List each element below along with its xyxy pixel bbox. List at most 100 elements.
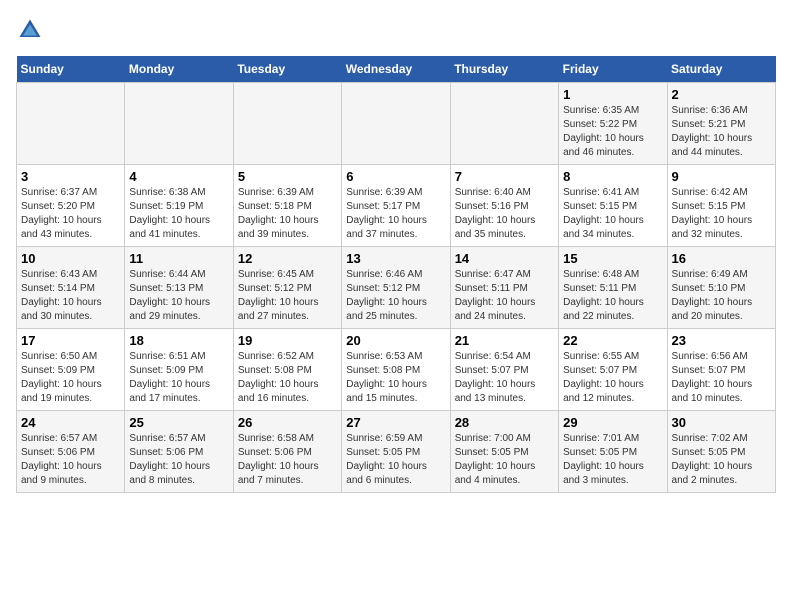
calendar-cell: 9Sunrise: 6:42 AM Sunset: 5:15 PM Daylig… xyxy=(667,165,775,247)
calendar-cell: 7 Sunrise: 6:40 AM Sunset: 5:16 PM Daylig… xyxy=(450,165,558,247)
day-info: Sunrise: 6:56 AM Sunset: 5:07 PM Dayligh… xyxy=(672,350,771,406)
calendar-cell: 15 Sunrise: 6:48 AM Sunset: 5:11 PM Dayli… xyxy=(559,247,667,329)
calendar-cell: 21 Sunrise: 6:54 AM Sunset: 5:07 PM Dayli… xyxy=(450,329,558,411)
day-info: Sunrise: 6:57 AM Sunset: 5:06 PM Dayligh… xyxy=(21,432,120,488)
day-info: Sunrise: 6:51 AM Sunset: 5:09 PM Dayligh… xyxy=(129,350,228,406)
day-number: 18 xyxy=(129,333,228,348)
day-number: 16 xyxy=(672,251,771,266)
day-info: Sunrise: 6:59 AM Sunset: 5:05 PM Dayligh… xyxy=(346,432,445,488)
day-number: 2 xyxy=(672,87,771,102)
weekday-header: Saturday xyxy=(667,56,775,83)
day-number: 29 xyxy=(563,415,662,430)
day-number: 14 xyxy=(455,251,554,266)
day-info: Sunrise: 6:43 AM Sunset: 5:14 PM Dayligh… xyxy=(21,268,120,324)
calendar-cell: 1 Sunrise: 6:35 AM Sunset: 5:22 PM Daylig… xyxy=(559,83,667,165)
weekday-header: Sunday xyxy=(17,56,125,83)
day-info: Sunrise: 6:39 AM Sunset: 5:17 PM Dayligh… xyxy=(346,186,445,242)
calendar-week-row: 17 Sunrise: 6:50 AM Sunset: 5:09 PM Dayli… xyxy=(17,329,776,411)
calendar-cell: 8 Sunrise: 6:41 AM Sunset: 5:15 PM Daylig… xyxy=(559,165,667,247)
day-number: 24 xyxy=(21,415,120,430)
day-info: Sunrise: 6:48 AM Sunset: 5:11 PM Dayligh… xyxy=(563,268,662,324)
day-number: 11 xyxy=(129,251,228,266)
day-info: Sunrise: 6:41 AM Sunset: 5:15 PM Dayligh… xyxy=(563,186,662,242)
calendar-cell: 3 Sunrise: 6:37 AM Sunset: 5:20 PM Daylig… xyxy=(17,165,125,247)
day-info: Sunrise: 6:54 AM Sunset: 5:07 PM Dayligh… xyxy=(455,350,554,406)
calendar-week-row: 1 Sunrise: 6:35 AM Sunset: 5:22 PM Daylig… xyxy=(17,83,776,165)
weekday-header: Thursday xyxy=(450,56,558,83)
calendar-cell: 11 Sunrise: 6:44 AM Sunset: 5:13 PM Dayli… xyxy=(125,247,233,329)
calendar-cell: 6 Sunrise: 6:39 AM Sunset: 5:17 PM Daylig… xyxy=(342,165,450,247)
calendar-cell: 30 Sunrise: 7:02 AM Sunset: 5:05 PM Dayli… xyxy=(667,411,775,493)
day-number: 17 xyxy=(21,333,120,348)
calendar-cell: 24 Sunrise: 6:57 AM Sunset: 5:06 PM Dayli… xyxy=(17,411,125,493)
weekday-header: Tuesday xyxy=(233,56,341,83)
calendar-cell: 26Sunrise: 6:58 AM Sunset: 5:06 PM Dayli… xyxy=(233,411,341,493)
calendar-cell: 28 Sunrise: 7:00 AM Sunset: 5:05 PM Dayli… xyxy=(450,411,558,493)
day-number: 25 xyxy=(129,415,228,430)
calendar-header-row: SundayMondayTuesdayWednesdayThursdayFrid… xyxy=(17,56,776,83)
day-number: 5 xyxy=(238,169,337,184)
day-info: Sunrise: 6:38 AM Sunset: 5:19 PM Dayligh… xyxy=(129,186,228,242)
calendar-cell: 20 Sunrise: 6:53 AM Sunset: 5:08 PM Dayli… xyxy=(342,329,450,411)
calendar-week-row: 24 Sunrise: 6:57 AM Sunset: 5:06 PM Dayli… xyxy=(17,411,776,493)
day-number: 3 xyxy=(21,169,120,184)
calendar-cell: 13Sunrise: 6:46 AM Sunset: 5:12 PM Dayli… xyxy=(342,247,450,329)
day-number: 20 xyxy=(346,333,445,348)
calendar-table: SundayMondayTuesdayWednesdayThursdayFrid… xyxy=(16,56,776,493)
calendar-cell: 23 Sunrise: 6:56 AM Sunset: 5:07 PM Dayli… xyxy=(667,329,775,411)
day-number: 6 xyxy=(346,169,445,184)
calendar-cell: 29 Sunrise: 7:01 AM Sunset: 5:05 PM Dayli… xyxy=(559,411,667,493)
day-number: 12 xyxy=(238,251,337,266)
calendar-cell: 22 Sunrise: 6:55 AM Sunset: 5:07 PM Dayli… xyxy=(559,329,667,411)
day-number: 8 xyxy=(563,169,662,184)
day-info: Sunrise: 6:57 AM Sunset: 5:06 PM Dayligh… xyxy=(129,432,228,488)
logo xyxy=(16,16,48,44)
calendar-cell: 25 Sunrise: 6:57 AM Sunset: 5:06 PM Dayli… xyxy=(125,411,233,493)
day-info: Sunrise: 6:53 AM Sunset: 5:08 PM Dayligh… xyxy=(346,350,445,406)
calendar-cell xyxy=(125,83,233,165)
calendar-cell: 18 Sunrise: 6:51 AM Sunset: 5:09 PM Dayli… xyxy=(125,329,233,411)
day-number: 19 xyxy=(238,333,337,348)
logo-icon xyxy=(16,16,44,44)
calendar-cell xyxy=(342,83,450,165)
calendar-cell xyxy=(450,83,558,165)
calendar-cell: 27 Sunrise: 6:59 AM Sunset: 5:05 PM Dayli… xyxy=(342,411,450,493)
calendar-cell: 4 Sunrise: 6:38 AM Sunset: 5:19 PM Daylig… xyxy=(125,165,233,247)
day-info: Sunrise: 6:49 AM Sunset: 5:10 PM Dayligh… xyxy=(672,268,771,324)
weekday-header: Monday xyxy=(125,56,233,83)
calendar-cell: 17 Sunrise: 6:50 AM Sunset: 5:09 PM Dayli… xyxy=(17,329,125,411)
calendar-week-row: 10Sunrise: 6:43 AM Sunset: 5:14 PM Dayli… xyxy=(17,247,776,329)
day-info: Sunrise: 7:01 AM Sunset: 5:05 PM Dayligh… xyxy=(563,432,662,488)
day-info: Sunrise: 6:39 AM Sunset: 5:18 PM Dayligh… xyxy=(238,186,337,242)
day-number: 28 xyxy=(455,415,554,430)
day-number: 23 xyxy=(672,333,771,348)
weekday-header: Wednesday xyxy=(342,56,450,83)
day-number: 4 xyxy=(129,169,228,184)
page-header xyxy=(16,16,776,44)
day-number: 7 xyxy=(455,169,554,184)
calendar-cell: 2Sunrise: 6:36 AM Sunset: 5:21 PM Daylig… xyxy=(667,83,775,165)
day-info: Sunrise: 6:35 AM Sunset: 5:22 PM Dayligh… xyxy=(563,104,662,160)
day-info: Sunrise: 6:45 AM Sunset: 5:12 PM Dayligh… xyxy=(238,268,337,324)
calendar-cell: 14Sunrise: 6:47 AM Sunset: 5:11 PM Dayli… xyxy=(450,247,558,329)
weekday-header: Friday xyxy=(559,56,667,83)
day-number: 30 xyxy=(672,415,771,430)
day-info: Sunrise: 6:58 AM Sunset: 5:06 PM Dayligh… xyxy=(238,432,337,488)
day-info: Sunrise: 6:52 AM Sunset: 5:08 PM Dayligh… xyxy=(238,350,337,406)
day-info: Sunrise: 6:44 AM Sunset: 5:13 PM Dayligh… xyxy=(129,268,228,324)
calendar-cell: 19 Sunrise: 6:52 AM Sunset: 5:08 PM Dayli… xyxy=(233,329,341,411)
day-number: 21 xyxy=(455,333,554,348)
day-info: Sunrise: 6:40 AM Sunset: 5:16 PM Dayligh… xyxy=(455,186,554,242)
day-number: 1 xyxy=(563,87,662,102)
day-info: Sunrise: 6:55 AM Sunset: 5:07 PM Dayligh… xyxy=(563,350,662,406)
day-info: Sunrise: 6:50 AM Sunset: 5:09 PM Dayligh… xyxy=(21,350,120,406)
calendar-week-row: 3 Sunrise: 6:37 AM Sunset: 5:20 PM Daylig… xyxy=(17,165,776,247)
day-info: Sunrise: 6:37 AM Sunset: 5:20 PM Dayligh… xyxy=(21,186,120,242)
day-info: Sunrise: 7:02 AM Sunset: 5:05 PM Dayligh… xyxy=(672,432,771,488)
day-number: 22 xyxy=(563,333,662,348)
calendar-cell: 5 Sunrise: 6:39 AM Sunset: 5:18 PM Daylig… xyxy=(233,165,341,247)
day-number: 27 xyxy=(346,415,445,430)
day-info: Sunrise: 7:00 AM Sunset: 5:05 PM Dayligh… xyxy=(455,432,554,488)
calendar-cell: 10Sunrise: 6:43 AM Sunset: 5:14 PM Dayli… xyxy=(17,247,125,329)
day-number: 15 xyxy=(563,251,662,266)
